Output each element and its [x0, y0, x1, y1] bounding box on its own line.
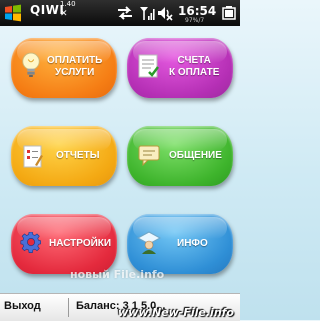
reports-label: ОТЧЕТЫ	[56, 150, 100, 161]
status-bar: QIWI 1.40 ✕ 16:54 97%/7	[0, 0, 240, 26]
softkey-divider	[68, 298, 69, 317]
clock[interactable]: 16:54	[178, 4, 216, 18]
settings-label: НАСТРОЙКИ	[49, 238, 112, 249]
pay-services-label: ОПЛАТИТЬ УСЛУГИ	[47, 55, 103, 78]
pay-services-button[interactable]: ОПЛАТИТЬ УСЛУГИ	[11, 38, 117, 98]
communication-label: ОБЩЕНИЕ	[169, 150, 222, 161]
watermark-url: www.New-File.info	[118, 306, 234, 319]
settings-button[interactable]: НАСТРОЙКИ	[11, 214, 117, 274]
info-user-icon	[136, 231, 162, 254]
lightbulb-icon	[22, 52, 40, 77]
watermark-text: новый File.info	[70, 268, 165, 281]
signal-icon[interactable]	[139, 5, 155, 21]
volume-icon[interactable]	[157, 5, 173, 21]
info-label: ИНФО	[177, 238, 208, 249]
gear-icon	[20, 232, 41, 253]
exit-softkey[interactable]: Выход	[4, 300, 41, 312]
report-checklist-icon	[23, 145, 43, 168]
battery-icon[interactable]	[221, 6, 237, 20]
reports-button[interactable]: ОТЧЕТЫ	[11, 126, 117, 186]
bills-to-pay-button[interactable]: СЧЕТА К ОПЛАТЕ	[127, 38, 233, 98]
app-close-icon[interactable]: ✕	[60, 10, 68, 19]
windows-start-icon[interactable]	[3, 3, 23, 23]
chat-bubble-icon	[138, 145, 160, 166]
bills-to-pay-label: СЧЕТА К ОПЛАТЕ	[169, 55, 220, 78]
sync-arrows-icon[interactable]	[116, 5, 134, 21]
bill-document-icon	[138, 54, 159, 78]
app-version: 1.40	[60, 0, 76, 8]
communication-button[interactable]: ОБЩЕНИЕ	[127, 126, 233, 186]
battery-level: 97%/7	[185, 17, 205, 24]
info-button[interactable]: ИНФО	[127, 214, 233, 274]
